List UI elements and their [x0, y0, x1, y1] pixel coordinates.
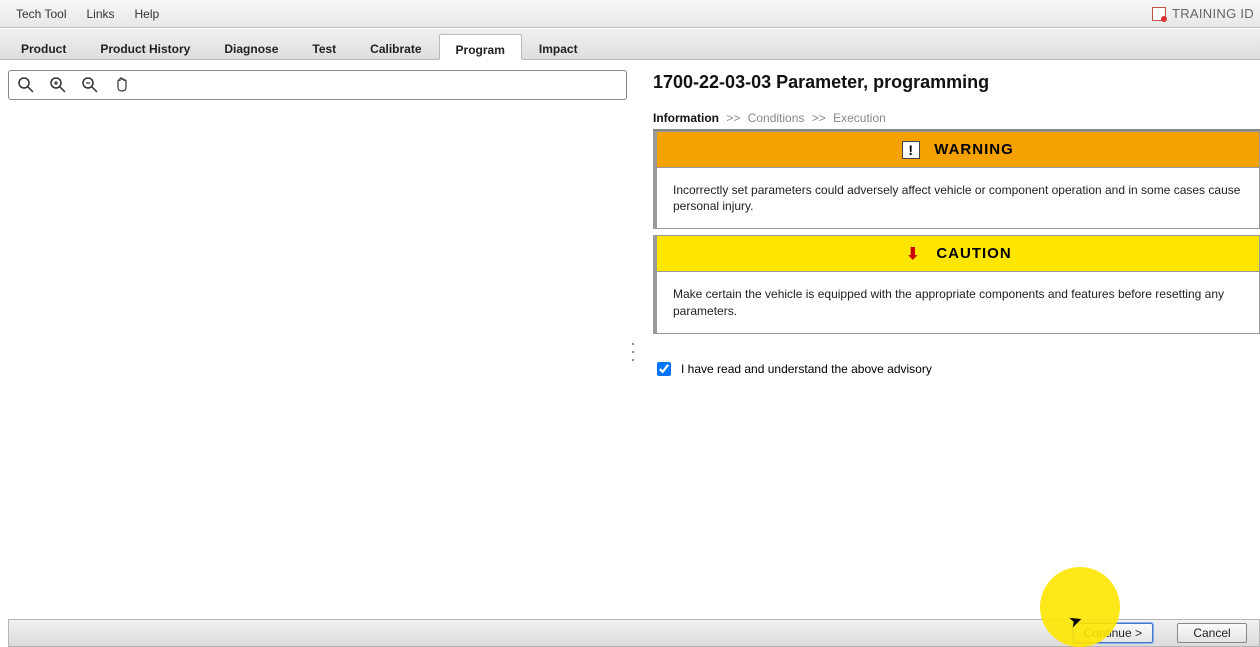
zoom-in-icon[interactable]: [47, 74, 69, 96]
splitter-handle[interactable]: [629, 340, 637, 364]
page-title: 1700-22-03-03 Parameter, programming: [653, 72, 1260, 93]
tabbar: Product Product History Diagnose Test Ca…: [0, 28, 1260, 60]
menu-help[interactable]: Help: [125, 3, 170, 25]
breadcrumb-step-execution: Execution: [833, 111, 886, 125]
zoom-fit-icon[interactable]: [15, 74, 37, 96]
tab-product-history[interactable]: Product History: [83, 33, 207, 59]
breadcrumb-sep: >>: [722, 111, 744, 125]
tab-calibrate[interactable]: Calibrate: [353, 33, 438, 59]
tab-impact[interactable]: Impact: [522, 33, 595, 59]
menubar-right: TRAINING ID: [1152, 6, 1254, 21]
tab-test[interactable]: Test: [295, 33, 353, 59]
ack-row: I have read and understand the above adv…: [653, 362, 1260, 376]
caution-box: ⬇ CAUTION Make certain the vehicle is eq…: [653, 235, 1260, 333]
warning-header: ! WARNING: [657, 132, 1259, 168]
caution-text: Make certain the vehicle is equipped wit…: [657, 272, 1259, 332]
warning-label: WARNING: [934, 141, 1014, 158]
breadcrumb-sep: >>: [808, 111, 830, 125]
id-badge-icon: [1152, 7, 1166, 21]
menu-tech-tool[interactable]: Tech Tool: [6, 3, 76, 25]
caution-icon: ⬇: [904, 245, 922, 263]
warning-icon: !: [902, 141, 920, 159]
caution-label: CAUTION: [936, 245, 1011, 262]
training-id-label: TRAINING ID: [1172, 6, 1254, 21]
pan-hand-icon[interactable]: [111, 74, 133, 96]
highlight-circle: [1040, 567, 1120, 647]
tab-diagnose[interactable]: Diagnose: [207, 33, 295, 59]
content-area: 1700-22-03-03 Parameter, programming Inf…: [0, 60, 1260, 619]
tab-product[interactable]: Product: [4, 33, 83, 59]
breadcrumb-step-conditions: Conditions: [748, 111, 805, 125]
menubar: Tech Tool Links Help TRAINING ID: [0, 0, 1260, 28]
cancel-button[interactable]: Cancel: [1177, 623, 1247, 643]
viewer-toolbar: [8, 70, 627, 100]
zoom-out-icon[interactable]: [79, 74, 101, 96]
ack-checkbox[interactable]: [657, 362, 671, 376]
breadcrumb-step-information: Information: [653, 111, 719, 125]
tab-program[interactable]: Program: [439, 34, 522, 60]
left-pane: [0, 60, 635, 619]
ack-label: I have read and understand the above adv…: [681, 362, 932, 376]
menu-links[interactable]: Links: [76, 3, 124, 25]
breadcrumb: Information >> Conditions >> Execution: [653, 111, 1260, 131]
warning-box: ! WARNING Incorrectly set parameters cou…: [653, 131, 1260, 229]
caution-header: ⬇ CAUTION: [657, 236, 1259, 272]
warning-text: Incorrectly set parameters could adverse…: [657, 168, 1259, 228]
right-pane: 1700-22-03-03 Parameter, programming Inf…: [635, 60, 1260, 619]
